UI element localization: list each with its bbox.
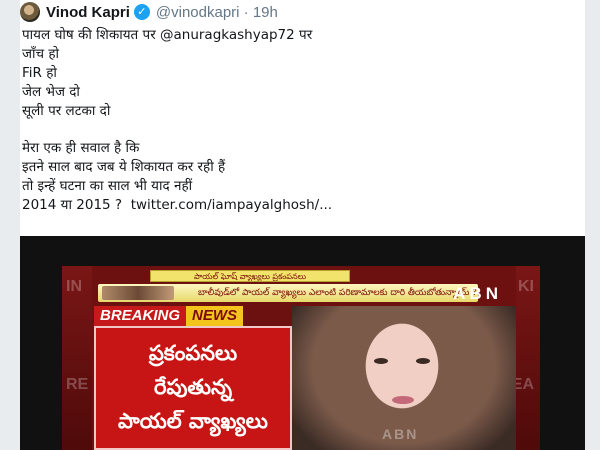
channel-watermark: ABN bbox=[382, 426, 419, 442]
background-text: IN bbox=[66, 278, 82, 295]
tweet-text: पायल घोष की शिकायत पर @anuragkashyap72 प… bbox=[22, 26, 582, 215]
mouth-shape bbox=[392, 396, 414, 404]
ticker-top: పాయల్ ఘోష్ వ్యాఖ్యలు ప్రకంపనలు bbox=[150, 270, 350, 282]
display-name[interactable]: Vinod Kapri bbox=[46, 4, 130, 21]
tweet-line: जाँच हो bbox=[22, 46, 60, 62]
headline-box: ప్రకంపనలు రేపుతున్న పాయల్ వ్యాఖ్యలు bbox=[94, 326, 292, 450]
eye-shape bbox=[416, 358, 430, 364]
headline-line: రేపుతున్న bbox=[154, 375, 232, 399]
video-frame: IN KI RE EA పాయల్ ఘోష్ వ్యాఖ్యలు ప్రకంపన… bbox=[62, 266, 540, 450]
ticker-thumbnail bbox=[102, 286, 174, 300]
tweet-line-last: 2014 या 2015 ? twitter.com/iampayalghosh… bbox=[22, 196, 582, 215]
tweet-line: मेरा एक ही सवाल है कि bbox=[22, 140, 140, 156]
breaking-label: BREAKING bbox=[94, 306, 187, 326]
breaking-news-banner: BREAKING NEWS bbox=[94, 306, 244, 326]
avatar[interactable] bbox=[20, 2, 40, 22]
video-media[interactable]: IN KI RE EA పాయల్ ఘోష్ వ్యాఖ్యలు ప్రకంపన… bbox=[20, 236, 585, 450]
tweet-card: Vinod Kapri ✓ @vinodkapri · 19h पायल घोष… bbox=[20, 0, 585, 236]
headline-line: ప్రకంపనలు bbox=[148, 341, 238, 365]
tweet-line: तो इन्हें घटना का साल भी याद नहीं bbox=[22, 178, 193, 194]
tweet-line: इतने साल बाद जब ये शिकायत कर रही हैं bbox=[22, 159, 226, 175]
tweet-line: पायल घोष की शिकायत पर @anuragkashyap72 प… bbox=[22, 27, 313, 43]
verified-badge-icon: ✓ bbox=[133, 4, 150, 20]
tweet-header: Vinod Kapri ✓ @vinodkapri · 19h bbox=[20, 2, 278, 22]
background-text: RE bbox=[66, 376, 89, 393]
channel-logo: ABN bbox=[453, 284, 502, 303]
headline-line: పాయల్ వ్యాఖ్యలు bbox=[118, 409, 268, 433]
tweet-line: FiR हो bbox=[22, 65, 57, 81]
eye-shape bbox=[374, 358, 388, 364]
background-text: KI bbox=[518, 278, 534, 295]
tweet-line: जेल भेज दो bbox=[22, 84, 80, 100]
tweet-container: Vinod Kapri ✓ @vinodkapri · 19h पायल घोष… bbox=[0, 0, 600, 450]
tweet-line: सूली पर लटका दो bbox=[22, 103, 111, 119]
handle-and-time[interactable]: @vinodkapri · 19h bbox=[156, 4, 278, 21]
news-label: NEWS bbox=[186, 306, 244, 326]
tweet-link[interactable]: twitter.com/iampayalghosh/... bbox=[131, 197, 332, 213]
year-question: 2014 या 2015 ? bbox=[22, 197, 123, 213]
